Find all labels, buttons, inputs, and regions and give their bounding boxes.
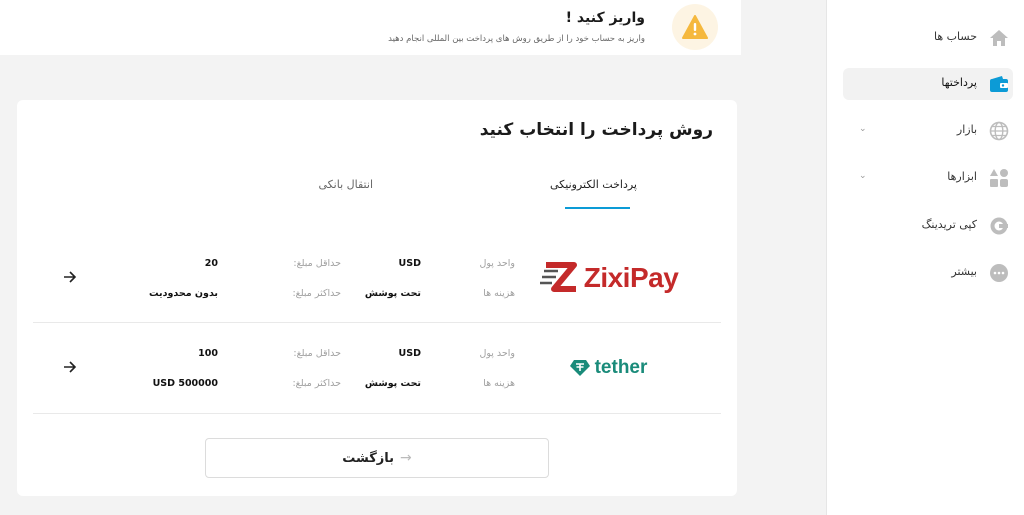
arrow-right-icon: → (400, 450, 412, 466)
sidebar-item-label: بیشتر (951, 265, 977, 278)
tether-logo-text: tether (594, 357, 648, 378)
warning-icon (672, 4, 718, 50)
chevron-down-icon[interactable]: ⌄ (859, 124, 867, 134)
alert-title: واریز کنید ! (565, 10, 645, 26)
wallet-icon (989, 74, 1009, 94)
alert-subtitle: واریز به حساب خود را از طریق روش های پرد… (388, 34, 645, 44)
fees-label: هزینه ها (483, 288, 515, 299)
max-amount-value: USD 500000 (152, 378, 218, 389)
home-icon (989, 28, 1009, 48)
sidebar-item-label: کپی تریدینگ (921, 218, 977, 231)
zixipay-logo: ZixiPay (533, 248, 683, 308)
globe-icon (989, 121, 1009, 141)
tab-bank-transfer[interactable]: انتقال بانکی (318, 178, 373, 191)
arrow-right-icon[interactable] (61, 358, 79, 376)
sidebar-item-tools[interactable]: ابزارها ⌄ (843, 162, 1013, 194)
max-amount-label: حداکثر مبلغ: (292, 378, 341, 389)
sidebar-item-accounts[interactable]: حساب ها (843, 22, 1013, 54)
page-title: روش پرداخت را انتخاب کنید (479, 120, 713, 140)
tab-electronic-payment[interactable]: پرداخت الکترونیکی (550, 178, 637, 191)
chevron-down-icon[interactable]: ⌄ (859, 171, 867, 181)
tools-icon (989, 168, 1009, 188)
arrow-right-icon[interactable] (61, 268, 79, 286)
sidebar: حساب ها پرداختها بازار ⌄ ابزارها ⌄ کپی ت… (826, 0, 1024, 515)
active-tab-indicator (565, 207, 630, 209)
min-amount-value: 20 (204, 258, 218, 269)
sidebar-item-more[interactable]: بیشتر (843, 257, 1013, 289)
fees-label: هزینه ها (483, 378, 515, 389)
sidebar-item-label: حساب ها (934, 30, 977, 43)
payment-method-card: روش پرداخت را انتخاب کنید پرداخت الکترون… (17, 100, 737, 496)
fees-value: تحت پوشش (364, 378, 421, 389)
min-amount-label: حداقل مبلغ: (293, 258, 341, 269)
currency-value: USD (398, 348, 421, 359)
back-button[interactable]: بازگشت → (205, 438, 549, 478)
more-icon (989, 263, 1009, 283)
zixipay-logo-text: ZixiPay (583, 262, 679, 293)
sidebar-item-copy-trading[interactable]: کپی تریدینگ (843, 210, 1013, 242)
sidebar-item-market[interactable]: بازار ⌄ (843, 115, 1013, 147)
max-amount-value: بدون محدودیت (149, 288, 218, 299)
payment-method-row[interactable]: tether واحد پول USD هزینه ها تحت پوشش حد… (33, 324, 721, 414)
sidebar-item-label: بازار (956, 123, 977, 136)
sidebar-item-label: ابزارها (947, 170, 977, 183)
max-amount-label: حداکثر مبلغ: (292, 288, 341, 299)
fees-value: تحت پوشش (364, 288, 421, 299)
currency-value: USD (398, 258, 421, 269)
min-amount-label: حداقل مبلغ: (293, 348, 341, 359)
sidebar-item-label: پرداختها (941, 76, 977, 89)
sidebar-item-payments[interactable]: پرداختها (843, 68, 1013, 100)
min-amount-value: 100 (198, 348, 218, 359)
back-button-label: بازگشت (342, 450, 395, 466)
deposit-alert: واریز کنید ! واریز به حساب خود را از طری… (0, 0, 741, 55)
currency-label: واحد پول (479, 348, 515, 359)
copy-trading-icon (989, 216, 1009, 236)
payment-method-row[interactable]: ZixiPay واحد پول USD هزینه ها تحت پوشش ح… (33, 234, 721, 323)
tether-logo: tether (533, 338, 683, 398)
currency-label: واحد پول (479, 258, 515, 269)
